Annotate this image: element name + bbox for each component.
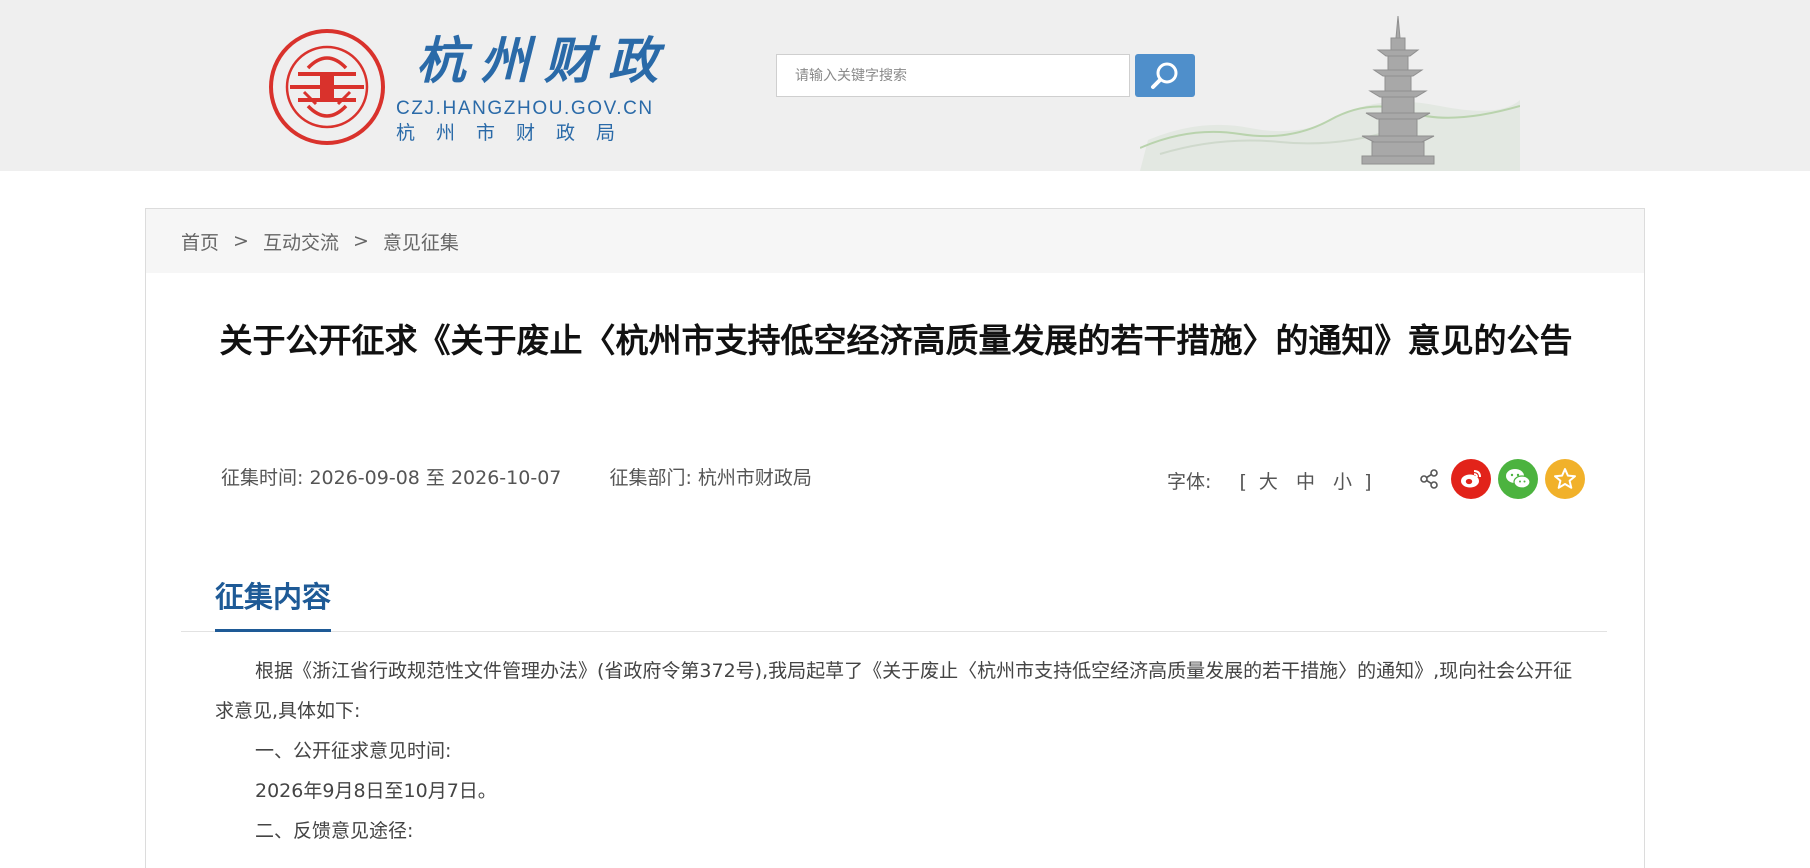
font-size-switcher: 字体: [ 大 中 小 ] bbox=[1167, 467, 1372, 494]
pagoda-landscape-illustration bbox=[1140, 15, 1520, 171]
font-size-label: 字体: bbox=[1167, 471, 1212, 493]
article-meta: 征集时间: 2026-09-08 至 2026-10-07 征集部门: 杭州市财… bbox=[221, 463, 812, 490]
article-panel: 首页 > 互动交流 > 意见征集 关于公开征求《关于废止〈杭州市支持低空经济高质… bbox=[145, 208, 1645, 868]
breadcrumb: 首页 > 互动交流 > 意见征集 bbox=[146, 209, 1644, 273]
share-icon bbox=[1420, 469, 1438, 489]
paragraph: 二、反馈意见途径: bbox=[255, 820, 414, 842]
section-header: 征集内容 bbox=[181, 569, 1607, 632]
dept-value: 杭州市财政局 bbox=[697, 467, 812, 489]
site-domain: CZJ.HANGZHOU.GOV.CN bbox=[396, 98, 654, 119]
site-logo-title: 杭州财政 bbox=[416, 31, 672, 90]
favorite-button[interactable] bbox=[1545, 459, 1585, 499]
breadcrumb-separator: > bbox=[233, 230, 249, 252]
paragraph: 2026年9月8日至10月7日。 bbox=[255, 780, 497, 802]
favorite-icon bbox=[1554, 468, 1576, 489]
breadcrumb-interaction-link[interactable]: 互动交流 bbox=[263, 228, 339, 255]
font-bracket-open: [ bbox=[1239, 471, 1247, 493]
paragraph: 一、公开征求意见时间: bbox=[255, 740, 452, 762]
article-body: 根据《浙江省行政规范性文件管理办法》(省政府令第372号),我局起草了《关于废止… bbox=[215, 651, 1575, 851]
article-title: 关于公开征求《关于废止〈杭州市支持低空经济高质量发展的若干措施〉的通知》意见的公… bbox=[219, 321, 1573, 360]
share-bar bbox=[1418, 459, 1585, 499]
site-org-name: 杭州市财政局 bbox=[396, 122, 637, 144]
period-value: 2026-09-08 至 2026-10-07 bbox=[309, 467, 562, 489]
site-header: 杭州财政 CZJ.HANGZHOU.GOV.CN 杭州市财政局 bbox=[0, 0, 1810, 171]
hangzhou-finance-seal-logo bbox=[269, 29, 385, 145]
paragraph: 根据《浙江省行政规范性文件管理办法》(省政府令第372号),我局起草了《关于废止… bbox=[215, 660, 1573, 722]
breadcrumb-separator: > bbox=[352, 230, 369, 252]
weibo-icon bbox=[1461, 470, 1481, 488]
wechat-icon bbox=[1506, 469, 1531, 489]
dept-label: 征集部门: bbox=[609, 467, 692, 489]
font-medium-button[interactable]: 中 bbox=[1296, 471, 1315, 493]
section-title: 征集内容 bbox=[215, 569, 332, 632]
share-wechat-button[interactable] bbox=[1498, 459, 1538, 499]
search-box bbox=[776, 54, 1130, 97]
period-label: 征集时间: bbox=[221, 467, 304, 489]
breadcrumb-consultation-link[interactable]: 意见征集 bbox=[383, 228, 459, 255]
search-input[interactable] bbox=[777, 55, 1129, 96]
share-weibo-button[interactable] bbox=[1451, 459, 1491, 499]
font-small-button[interactable]: 小 bbox=[1333, 471, 1352, 493]
font-large-button[interactable]: 大 bbox=[1259, 471, 1278, 493]
breadcrumb-home-link[interactable]: 首页 bbox=[181, 228, 219, 255]
font-bracket-close: ] bbox=[1364, 471, 1372, 493]
